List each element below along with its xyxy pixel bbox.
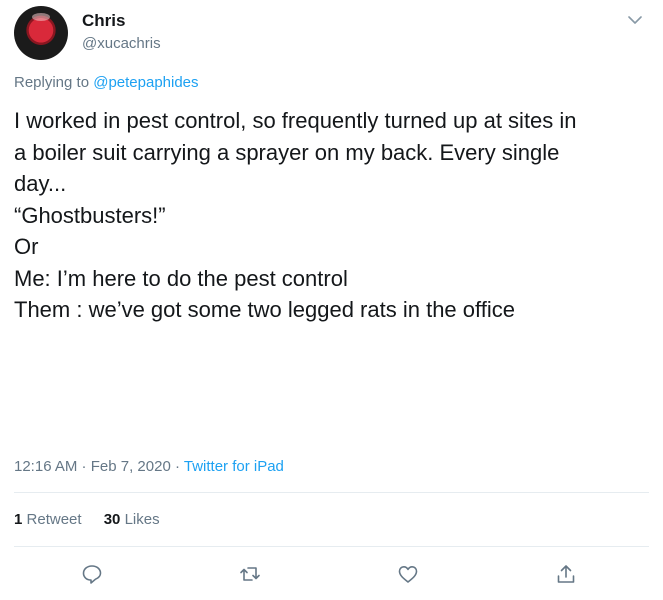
likes-label: Likes [124,511,160,528]
tweet-line: Me: I’m here to do the pest control [14,265,348,291]
meta-separator: · [170,458,184,475]
divider [14,546,649,547]
chevron-down-icon[interactable] [627,12,643,28]
user-handle[interactable]: @xucachris [82,35,161,52]
reply-icon[interactable] [81,563,103,585]
like-count: 30 [103,511,121,528]
retweet-stat[interactable]: 1 Retweet [14,511,82,528]
display-name[interactable]: Chris [82,11,125,31]
record-label [32,13,50,21]
tweet-line: day... [14,171,67,196]
tweet-line: I worked in pest control, so frequently … [14,108,577,133]
avatar[interactable] [14,6,68,60]
replying-to: Replying to @petepaphides [14,74,199,91]
tweet-text: I worked in pest control, so frequently … [14,105,654,326]
tweet-stats: 1 Retweet 30 Likes [14,511,160,528]
tweet-line: a boiler suit carrying a sprayer on my b… [14,139,560,165]
tweet-source-link[interactable]: Twitter for iPad [184,458,284,475]
tweet-date: Feb 7, 2020 [90,458,171,475]
share-icon[interactable] [555,563,577,585]
retweet-label: Retweet [26,511,82,528]
tweet-line: “Ghostbusters!” [14,202,166,228]
likes-stat[interactable]: 30 Likes [104,511,160,528]
like-icon[interactable] [397,563,419,585]
tweet-line: Them : we’ve got some two legged rats in… [14,297,515,322]
tweet-line: Or [14,234,39,259]
divider [14,492,649,493]
replying-prefix: Replying to [14,74,90,91]
meta-separator: · [77,458,91,475]
retweet-count: 1 [14,511,23,528]
reply-mention-link[interactable]: @petepaphides [93,74,198,91]
tweet-meta: 12:16 AM · Feb 7, 2020 · Twitter for iPa… [14,458,284,475]
tweet-time: 12:16 AM [14,458,78,475]
retweet-icon[interactable] [239,563,261,585]
